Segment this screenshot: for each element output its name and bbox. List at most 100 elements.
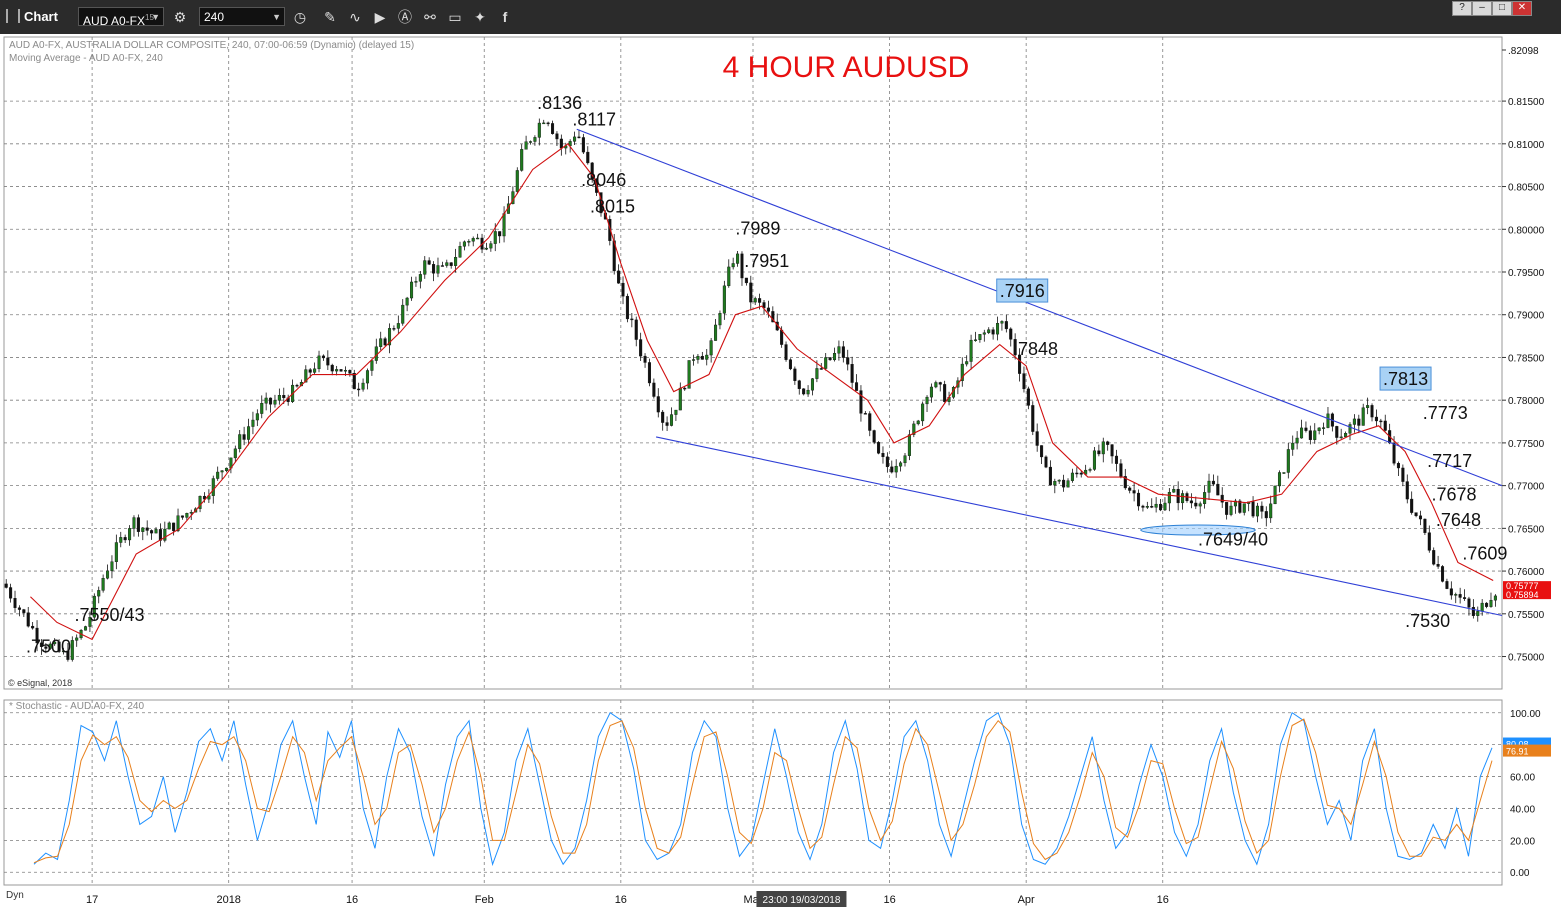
price-annotation: .7773 [1423, 403, 1468, 423]
facebook-icon[interactable]: f [495, 7, 515, 27]
candle-body [70, 640, 74, 660]
candle-body [1352, 418, 1356, 425]
clock-icon[interactable]: ◷ [290, 7, 310, 27]
candle-body [1150, 506, 1154, 508]
candle-body [1264, 511, 1268, 519]
candle-body [916, 420, 920, 425]
candle-body [1053, 481, 1057, 486]
candle-body [1339, 436, 1343, 439]
candle-body [1445, 581, 1449, 589]
candle-body [1260, 505, 1264, 512]
candle-body [13, 598, 17, 608]
interval-input[interactable]: 240 ▼ [199, 7, 285, 26]
candle-body [1255, 505, 1259, 517]
candle-body [432, 264, 436, 274]
candle-body [1436, 564, 1440, 567]
crosshair-date-label: 23:00 19/03/2018 [763, 895, 841, 906]
chevron-down-icon[interactable]: ▼ [272, 8, 281, 27]
candle-body [863, 413, 867, 415]
candle-body [1066, 480, 1070, 488]
candle-body [559, 138, 563, 149]
candle-body [1282, 472, 1286, 474]
candle-body [656, 396, 660, 413]
candle-body [1009, 328, 1013, 340]
candle-body [881, 453, 885, 458]
candle-body [365, 370, 370, 384]
play-icon[interactable]: ▶ [370, 7, 390, 27]
candle-body [1300, 427, 1304, 439]
comment-icon[interactable]: ▭ [445, 7, 465, 27]
candle-body [1128, 487, 1132, 491]
candle-body [1216, 483, 1220, 496]
candle-body [824, 357, 828, 369]
candle-body [837, 346, 841, 354]
candle-body [458, 246, 462, 258]
line-icon[interactable]: ∿ [345, 7, 365, 27]
link-icon[interactable]: ⚯ [420, 7, 440, 27]
candle-body [295, 384, 299, 387]
alert-icon[interactable]: Ⓐ [395, 7, 415, 27]
candle-body [1467, 598, 1471, 608]
chevron-down-icon[interactable]: ▼ [151, 8, 160, 27]
candle-body [1189, 500, 1193, 504]
candle-body [1000, 321, 1004, 324]
candle-body [454, 257, 458, 266]
stoch-d-label: 76.91 [1506, 747, 1529, 757]
close-button[interactable]: ✕ [1512, 1, 1532, 16]
candle-body [1414, 512, 1418, 517]
candle-body [1145, 506, 1149, 508]
candle-body [718, 313, 722, 326]
settings-icon[interactable]: ⚙ [170, 7, 190, 27]
candle-body [335, 369, 339, 372]
candle-body [1454, 594, 1458, 596]
candle-body [1423, 518, 1427, 533]
grip-icon[interactable] [6, 9, 20, 23]
candle-body [1225, 502, 1229, 515]
stoch-y-tick-label: 20.00 [1510, 836, 1535, 847]
maximize-button[interactable]: □ [1492, 1, 1512, 16]
y-tick-label: 0.77000 [1508, 482, 1545, 493]
minimize-button[interactable]: – [1472, 1, 1492, 16]
help-button[interactable]: ? [1452, 1, 1472, 16]
candle-body [260, 403, 264, 414]
pencil-icon[interactable]: ✎ [320, 7, 340, 27]
candle-body [1480, 602, 1484, 612]
candle-body [31, 625, 35, 629]
candle-body [929, 386, 933, 398]
candle-body [1269, 503, 1273, 519]
candle-body [1114, 455, 1119, 464]
twitter-icon[interactable]: ✦ [470, 7, 490, 27]
help-glyph: ? [1459, 2, 1465, 13]
x-tick-label: Apr [1018, 894, 1035, 906]
candle-body [1458, 594, 1462, 598]
candle-body [1322, 427, 1326, 429]
candle-body [1401, 467, 1405, 482]
price-annotation: .7989 [735, 219, 780, 239]
dyn-label[interactable]: Dyn [6, 890, 24, 901]
price-annotation: .8015 [590, 196, 635, 216]
candle-body [476, 237, 480, 240]
candle-body [317, 355, 321, 370]
symbol-input[interactable]: AUD A0-FX15 ▼ [78, 7, 164, 28]
candle-body [555, 133, 559, 140]
candle-body [1295, 437, 1299, 444]
candle-body [247, 426, 251, 440]
candle-body [709, 340, 713, 356]
candle-body [907, 434, 911, 456]
candle-body [855, 382, 859, 391]
candle-body [489, 243, 493, 249]
candle-body [370, 360, 374, 371]
candle-body [348, 370, 352, 374]
candle-body [586, 151, 590, 164]
candle-body [180, 515, 184, 518]
y-tick-label: 0.77500 [1508, 439, 1545, 450]
candle-body [797, 380, 801, 389]
candle-body [1471, 607, 1475, 616]
candle-body [819, 368, 823, 370]
candle-body [973, 339, 978, 341]
x-tick-label: 16 [346, 894, 358, 906]
candle-body [17, 607, 21, 610]
candle-body [1418, 515, 1423, 520]
candle-body [1181, 493, 1185, 504]
candle-body [440, 265, 444, 267]
